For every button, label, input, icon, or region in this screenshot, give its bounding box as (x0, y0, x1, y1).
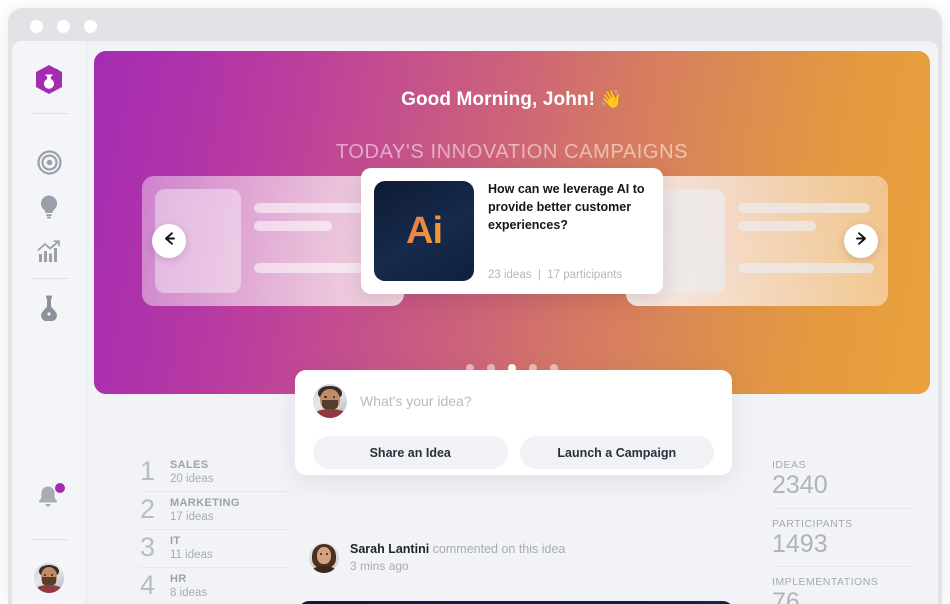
placeholder-line (738, 203, 870, 213)
list-item[interactable]: 1 SALES 20 ideas (140, 454, 290, 492)
avatar (309, 542, 339, 573)
close-button[interactable] (30, 20, 43, 33)
browser-window: Good Morning, John! 👋 TODAY'S INNOVATION… (8, 8, 942, 604)
campaign-card-body: How can we leverage AI to provide better… (488, 181, 650, 281)
rank-details: HR 8 ideas (170, 573, 207, 599)
campaign-meta: 23 ideas | 17 participants (488, 269, 650, 281)
lightbulb-icon (37, 194, 61, 220)
department-name: HR (170, 572, 187, 585)
traffic-lights (30, 20, 97, 33)
notification-badge (54, 482, 66, 494)
department-name: MARKETING (170, 496, 240, 509)
composer-avatar[interactable] (313, 384, 347, 418)
rank-number: 4 (140, 570, 156, 600)
page-title: Good Morning, John! 👋 (94, 89, 930, 111)
share-idea-button[interactable]: Share an Idea (313, 436, 508, 469)
arrow-left-icon (161, 230, 178, 252)
carousel-prev-button[interactable] (152, 224, 186, 258)
window-titlebar (8, 8, 942, 41)
arrow-right-icon (853, 230, 870, 252)
maximize-button[interactable] (84, 20, 97, 33)
department-idea-count: 8 ideas (170, 586, 208, 599)
sidebar-item-ideas[interactable] (35, 193, 63, 221)
sidebar-item-experiments[interactable] (35, 293, 63, 321)
avatar (34, 563, 64, 593)
placeholder-line (738, 263, 874, 273)
activity-headline: Sarah Lantini commented on this idea (350, 542, 565, 556)
activity-action: commented on this idea (429, 542, 566, 556)
campaign-participants-count: 17 participants (547, 269, 623, 281)
meta-separator: | (537, 269, 541, 281)
sidebar-divider (31, 113, 68, 114)
activity-avatar (309, 542, 339, 573)
department-name: SALES (170, 458, 209, 471)
stat-label: IMPLEMENTATIONS (772, 576, 879, 588)
notifications-bell[interactable] (34, 482, 66, 515)
activity-user-name: Sarah Lantini (350, 542, 430, 556)
rank-details: SALES 20 ideas (170, 459, 213, 485)
target-icon (36, 149, 62, 175)
sidebar-user-avatar[interactable] (34, 563, 64, 593)
activity-feed-item[interactable]: Sarah Lantini commented on this idea 3 m… (309, 542, 565, 573)
avatar (313, 384, 347, 418)
hero-banner: Good Morning, John! 👋 TODAY'S INNOVATION… (94, 51, 930, 394)
department-idea-count: 17 ideas (170, 510, 214, 523)
stat-value: 2340 (772, 471, 828, 499)
flask-icon (38, 294, 60, 321)
idea-input[interactable] (360, 393, 714, 409)
placeholder-line (254, 221, 332, 231)
campaign-title: How can we leverage AI to provide better… (488, 182, 645, 232)
sidebar (12, 41, 87, 604)
stat-value: 1493 (772, 529, 828, 558)
sidebar-item-analytics[interactable] (35, 238, 63, 266)
composer-input-row (313, 384, 714, 418)
wave-emoji-icon: 👋 (600, 89, 623, 109)
idea-composer-card: Share an Idea Launch a Campaign (295, 370, 732, 475)
stat-label: IDEAS (772, 459, 807, 471)
chart-icon (36, 240, 62, 264)
launch-campaign-button[interactable]: Launch a Campaign (519, 436, 714, 469)
stats-panel: IDEAS 2340 PARTICIPANTS 1493 IMPLEMENTAT… (772, 459, 912, 604)
sidebar-divider (31, 278, 68, 279)
rank-number: 1 (140, 456, 156, 486)
stat-value: 76 (772, 588, 800, 604)
ai-logo-text: Ai (406, 209, 443, 252)
minimize-button[interactable] (57, 20, 70, 33)
greeting-text: Good Morning, John! (401, 89, 596, 110)
list-item[interactable]: 2 MARKETING 17 ideas (140, 492, 290, 530)
stat-participants: PARTICIPANTS 1493 (772, 517, 912, 567)
bell-icon (34, 486, 62, 515)
list-item[interactable]: 3 IT 11 ideas (140, 530, 290, 568)
department-name: IT (170, 534, 181, 547)
sidebar-divider (31, 539, 68, 540)
stat-implementations: IMPLEMENTATIONS 76 (772, 576, 912, 604)
department-idea-count: 11 ideas (170, 548, 213, 561)
department-idea-count: 20 ideas (170, 472, 214, 485)
list-item[interactable]: 4 HR 8 ideas (140, 568, 290, 604)
department-ranking-list: 1 SALES 20 ideas 2 MARKETING 17 ideas 3 … (140, 454, 290, 604)
app-viewport: Good Morning, John! 👋 TODAY'S INNOVATION… (12, 41, 938, 604)
activity-text: Sarah Lantini commented on this idea 3 m… (350, 542, 565, 573)
rank-number: 2 (140, 494, 156, 524)
activity-timestamp: 3 mins ago (350, 559, 409, 573)
composer-actions: Share an Idea Launch a Campaign (313, 436, 714, 469)
rank-number: 3 (140, 532, 156, 562)
stat-label: PARTICIPANTS (772, 517, 853, 530)
campaign-ideas-count: 23 ideas (488, 269, 532, 281)
rank-details: MARKETING 17 ideas (170, 497, 240, 523)
sidebar-item-campaigns[interactable] (35, 148, 63, 176)
app-logo-hexagon-flask-icon[interactable] (32, 63, 66, 97)
rank-details: IT 11 ideas (170, 535, 213, 561)
campaign-card-featured[interactable]: Ai How can we leverage AI to provide bet… (361, 168, 663, 294)
stat-ideas: IDEAS 2340 (772, 459, 912, 509)
placeholder-line (738, 221, 816, 231)
carousel-next-button[interactable] (844, 224, 878, 258)
campaign-carousel: Ai How can we leverage AI to provide bet… (94, 168, 930, 306)
campaign-thumbnail: Ai (374, 181, 474, 281)
hero-subheading: TODAY'S INNOVATION CAMPAIGNS (335, 141, 689, 163)
